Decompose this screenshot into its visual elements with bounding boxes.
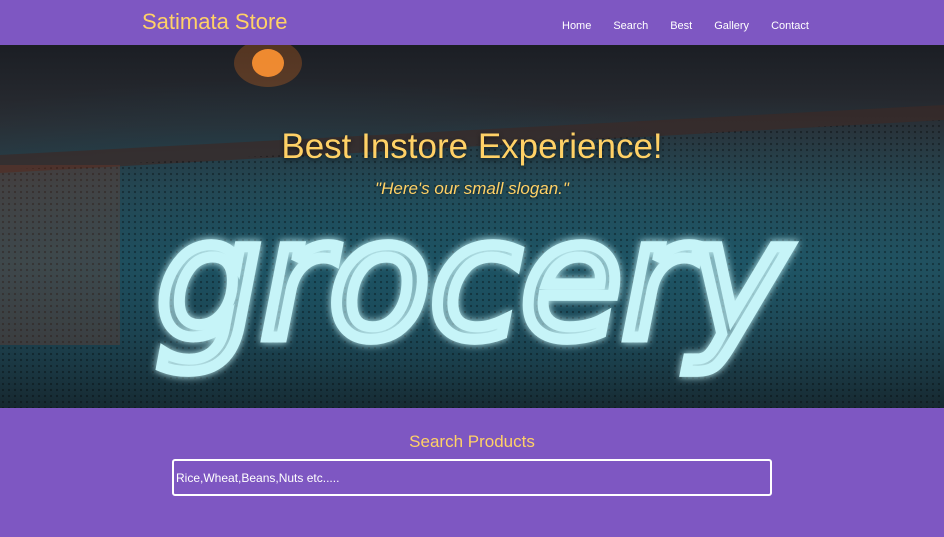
nav-item-gallery: Gallery bbox=[714, 16, 749, 34]
search-section: Search Products bbox=[0, 408, 944, 537]
nav-link-best[interactable]: Best bbox=[670, 20, 692, 32]
hero-banner: grocery Best Instore Experience! "Here's… bbox=[0, 45, 944, 408]
nav-item-best: Best bbox=[670, 16, 692, 34]
nav-item-contact: Contact bbox=[771, 16, 809, 34]
hero-slogan: "Here's our small slogan." bbox=[375, 179, 569, 198]
nav-link-search[interactable]: Search bbox=[613, 20, 648, 32]
nav-item-home: Home bbox=[562, 16, 591, 34]
brand-logo[interactable]: Satimata Store bbox=[142, 9, 288, 35]
search-input[interactable] bbox=[172, 459, 772, 496]
navbar: Satimata Store Home Search Best Gallery … bbox=[0, 0, 944, 45]
nav-link-contact[interactable]: Contact bbox=[771, 20, 809, 32]
nav-links: Home Search Best Gallery Contact bbox=[562, 16, 831, 34]
search-title: Search Products bbox=[409, 432, 535, 451]
nav-item-search: Search bbox=[613, 16, 648, 34]
grocery-neon-sign: grocery bbox=[156, 184, 790, 376]
hero-title: Best Instore Experience! bbox=[281, 127, 663, 166]
hero-background-image: grocery bbox=[0, 45, 944, 408]
nav-link-gallery[interactable]: Gallery bbox=[714, 20, 749, 32]
nav-link-home[interactable]: Home bbox=[562, 20, 591, 32]
